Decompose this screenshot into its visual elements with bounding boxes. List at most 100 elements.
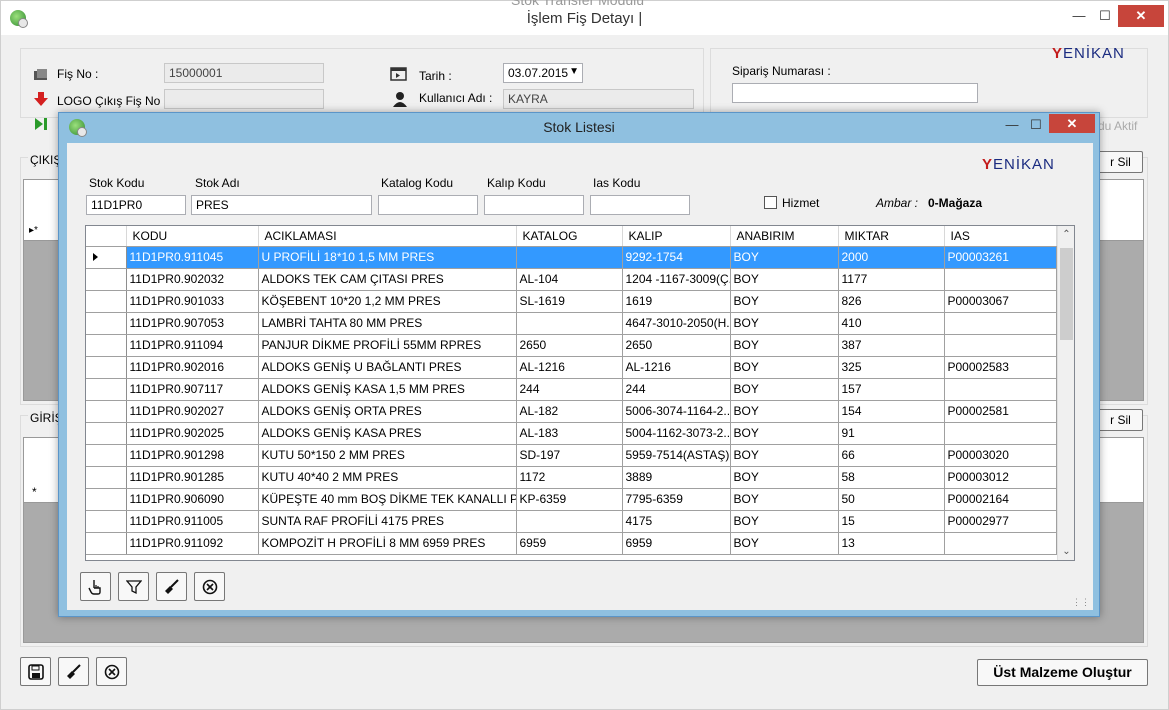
- table-row[interactable]: 11D1PR0.902027 ALDOKS GENİŞ ORTA PRES AL-1…: [86, 400, 1057, 423]
- stok-kodu-input[interactable]: 11D1PR0: [86, 195, 186, 215]
- row-header[interactable]: [86, 268, 127, 291]
- table-cell-kalip[interactable]: 2650: [622, 334, 731, 357]
- select-button[interactable]: [80, 572, 111, 601]
- resize-grip-icon[interactable]: ⋮⋮: [1072, 597, 1090, 608]
- table-cell-miktar[interactable]: 13: [838, 532, 945, 555]
- table-cell-aciklamasi[interactable]: ALDOKS TEK CAM ÇITASI PRES: [258, 268, 517, 291]
- table-cell-anabirim[interactable]: BOY: [730, 488, 839, 511]
- table-row[interactable]: 11D1PR0.907117 ALDOKS GENİŞ KASA 1,5 MM P…: [86, 378, 1057, 401]
- maximize-button[interactable]: ☐: [1094, 7, 1116, 25]
- table-cell-aciklamasi[interactable]: U PROFİLİ 18*10 1,5 MM PRES: [258, 246, 517, 269]
- scroll-up-icon[interactable]: ⌃: [1058, 226, 1074, 243]
- ust-malzeme-olustur-button[interactable]: Üst Malzeme Oluştur: [977, 659, 1148, 686]
- table-cell-kodu[interactable]: 11D1PR0.911094: [126, 334, 259, 357]
- table-cell-anabirim[interactable]: BOY: [730, 510, 839, 533]
- table-cell-kalip[interactable]: 5006-3074-1164-2...: [622, 400, 731, 423]
- column-header-miktar[interactable]: MIKTAR: [838, 226, 945, 247]
- table-cell-kodu[interactable]: 11D1PR0.906090: [126, 488, 259, 511]
- row-header[interactable]: [86, 246, 127, 269]
- table-cell-aciklamasi[interactable]: SUNTA RAF PROFİLİ 4175 PRES: [258, 510, 517, 533]
- table-cell-ias[interactable]: P00003067: [944, 290, 1057, 313]
- table-cell-aciklamasi[interactable]: KÖŞEBENT 10*20 1,2 MM PRES: [258, 290, 517, 313]
- table-row[interactable]: 11D1PR0.902032 ALDOKS TEK CAM ÇITASI PRES…: [86, 268, 1057, 291]
- logo-cikis-field[interactable]: [164, 89, 324, 109]
- table-cell-anabirim[interactable]: BOY: [730, 444, 839, 467]
- table-cell-anabirim[interactable]: BOY: [730, 422, 839, 445]
- fis-no-field[interactable]: 15000001: [164, 63, 324, 83]
- table-cell-miktar[interactable]: 154: [838, 400, 945, 423]
- table-cell-kalip[interactable]: 4647-3010-2050(H...: [622, 312, 731, 335]
- row-header[interactable]: [86, 422, 127, 445]
- table-cell-ias[interactable]: P00002581: [944, 400, 1057, 423]
- hizmet-checkbox[interactable]: [764, 196, 777, 209]
- table-row[interactable]: 11D1PR0.906090 KÜPEŞTE 40 mm BOŞ DİKME TE…: [86, 488, 1057, 511]
- table-cell-anabirim[interactable]: BOY: [730, 334, 839, 357]
- table-row[interactable]: 11D1PR0.901285 KUTU 40*40 2 MM PRES 1172 38…: [86, 466, 1057, 489]
- table-cell-ias[interactable]: [944, 268, 1057, 291]
- table-cell-miktar[interactable]: 91: [838, 422, 945, 445]
- table-cell-aciklamasi[interactable]: ALDOKS GENİŞ KASA 1,5 MM PRES: [258, 378, 517, 401]
- table-cell-kodu[interactable]: 11D1PR0.911005: [126, 510, 259, 533]
- katalog-kodu-input[interactable]: [378, 195, 478, 215]
- table-cell-katalog[interactable]: 2650: [516, 334, 623, 357]
- table-cell-miktar[interactable]: 50: [838, 488, 945, 511]
- table-cell-katalog[interactable]: 1172: [516, 466, 623, 489]
- table-cell-kalip[interactable]: 6959: [622, 532, 731, 555]
- table-cell-anabirim[interactable]: BOY: [730, 532, 839, 555]
- row-header[interactable]: [86, 488, 127, 511]
- table-cell-aciklamasi[interactable]: ALDOKS GENİŞ ORTA PRES: [258, 400, 517, 423]
- column-header-kodu[interactable]: KODU: [126, 226, 259, 247]
- table-cell-aciklamasi[interactable]: KUTU 40*40 2 MM PRES: [258, 466, 517, 489]
- table-cell-miktar[interactable]: 1177: [838, 268, 945, 291]
- row-header[interactable]: [86, 356, 127, 379]
- table-cell-miktar[interactable]: 66: [838, 444, 945, 467]
- save-button[interactable]: [20, 657, 51, 686]
- table-cell-kodu[interactable]: 11D1PR0.901033: [126, 290, 259, 313]
- dialog-close-button[interactable]: ✕: [1049, 114, 1095, 133]
- table-cell-katalog[interactable]: AL-104: [516, 268, 623, 291]
- dialog-cancel-button[interactable]: [194, 572, 225, 601]
- table-cell-aciklamasi[interactable]: ALDOKS GENİŞ U BAĞLANTI PRES: [258, 356, 517, 379]
- dialog-maximize-button[interactable]: ☐: [1025, 116, 1047, 134]
- row-header[interactable]: [86, 334, 127, 357]
- table-cell-katalog[interactable]: KP-6359: [516, 488, 623, 511]
- table-cell-kalip[interactable]: 5004-1162-3073-2...: [622, 422, 731, 445]
- table-cell-anabirim[interactable]: BOY: [730, 400, 839, 423]
- ias-kodu-input[interactable]: [590, 195, 690, 215]
- table-row[interactable]: 11D1PR0.911094 PANJUR DİKME PROFİLİ 55MM …: [86, 334, 1057, 357]
- tarih-datepicker[interactable]: 03.07.2015 ▼: [503, 63, 583, 83]
- table-cell-aciklamasi[interactable]: LAMBRİ TAHTA 80 MM PRES: [258, 312, 517, 335]
- table-cell-katalog[interactable]: 244: [516, 378, 623, 401]
- table-cell-anabirim[interactable]: BOY: [730, 466, 839, 489]
- table-cell-ias[interactable]: [944, 334, 1057, 357]
- table-cell-aciklamasi[interactable]: ALDOKS GENİŞ KASA PRES: [258, 422, 517, 445]
- minimize-button[interactable]: —: [1068, 7, 1090, 25]
- table-row[interactable]: 11D1PR0.902016 ALDOKS GENİŞ U BAĞLANTI PR…: [86, 356, 1057, 379]
- table-cell-ias[interactable]: [944, 378, 1057, 401]
- dialog-clear-button[interactable]: [156, 572, 187, 601]
- table-cell-ias[interactable]: P00002583: [944, 356, 1057, 379]
- table-cell-katalog[interactable]: AL-1216: [516, 356, 623, 379]
- table-cell-aciklamasi[interactable]: KÜPEŞTE 40 mm BOŞ DİKME TEK KANALLI PRES: [258, 488, 517, 511]
- row-header[interactable]: [86, 466, 127, 489]
- stok-grid[interactable]: KODU ACIKLAMASI KATALOG KALIP ANABIRIM MIKTAR…: [85, 225, 1075, 561]
- table-cell-katalog[interactable]: SD-197: [516, 444, 623, 467]
- cikis-sil-button[interactable]: r Sil: [1098, 151, 1143, 173]
- table-cell-kalip[interactable]: 1204 -1167-3009(Ç...: [622, 268, 731, 291]
- table-cell-kalip[interactable]: 4175: [622, 510, 731, 533]
- table-cell-anabirim[interactable]: BOY: [730, 378, 839, 401]
- scroll-down-icon[interactable]: ⌄: [1058, 543, 1074, 560]
- table-cell-kodu[interactable]: 11D1PR0.911045: [126, 246, 259, 269]
- column-header-kalip[interactable]: KALIP: [622, 226, 731, 247]
- dialog-minimize-button[interactable]: —: [1001, 116, 1023, 134]
- siparis-field[interactable]: [732, 83, 978, 103]
- table-cell-miktar[interactable]: 325: [838, 356, 945, 379]
- table-cell-ias[interactable]: [944, 532, 1057, 555]
- table-cell-kalip[interactable]: 244: [622, 378, 731, 401]
- column-header-katalog[interactable]: KATALOG: [516, 226, 623, 247]
- table-cell-anabirim[interactable]: BOY: [730, 312, 839, 335]
- row-header[interactable]: [86, 378, 127, 401]
- table-cell-katalog[interactable]: 6959: [516, 532, 623, 555]
- table-cell-katalog[interactable]: SL-1619: [516, 290, 623, 313]
- table-cell-kodu[interactable]: 11D1PR0.907117: [126, 378, 259, 401]
